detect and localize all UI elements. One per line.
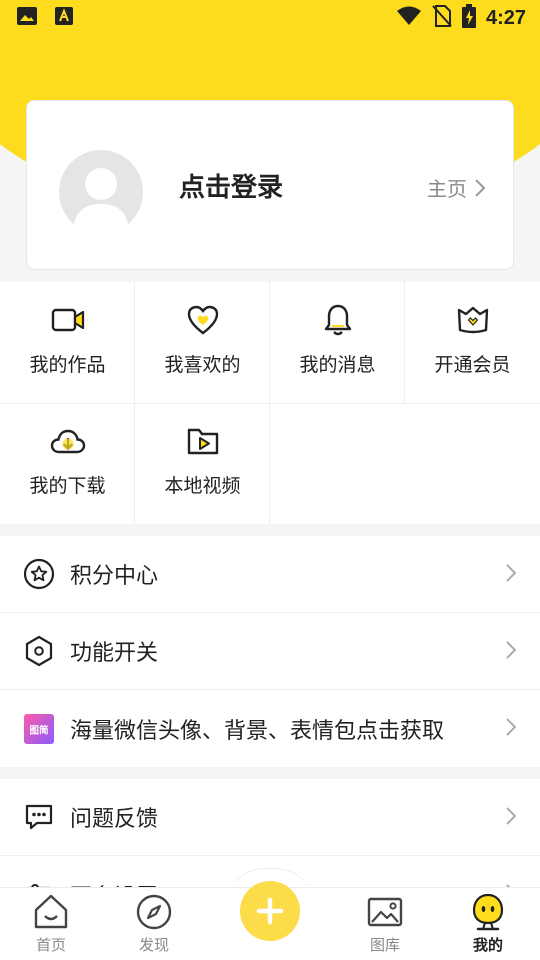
- chevron-right-icon: [506, 641, 516, 659]
- nav-item-discover[interactable]: 发现: [109, 892, 199, 955]
- menu-item-feedback[interactable]: 问题反馈: [0, 779, 540, 856]
- status-time: 4:27: [485, 6, 526, 29]
- mine-face-icon: [472, 893, 504, 931]
- grid-item-label: 我的作品: [29, 354, 106, 376]
- login-prompt[interactable]: 点击登录: [179, 167, 283, 204]
- wifi-icon: [396, 6, 422, 30]
- grid-item-my-works[interactable]: 我的作品: [0, 282, 135, 403]
- hexagon-settings-icon: [22, 634, 56, 668]
- gallery-icon: [367, 897, 403, 927]
- nav-label: 发现: [138, 936, 169, 954]
- video-camera-icon: [50, 302, 86, 338]
- nav-item-mine[interactable]: 我的: [443, 892, 533, 955]
- points-star-icon: [22, 557, 56, 591]
- feature-grid: 我的作品 我喜欢的 我的消息 开通会员 我的下载 本地视频: [0, 282, 540, 524]
- battery-charging-icon: [461, 4, 476, 32]
- nav-label: 图库: [369, 936, 400, 954]
- menu-item-label: 功能开关: [70, 641, 159, 666]
- grid-item-label: 我的消息: [299, 354, 376, 376]
- status-bar: 4:27: [0, 0, 540, 36]
- heart-icon: [185, 302, 221, 338]
- image-notification-icon: [16, 6, 38, 30]
- nav-label: 首页: [35, 936, 66, 954]
- menu-item-feature-switch[interactable]: 功能开关: [0, 613, 540, 690]
- grid-item-label: 本地视频: [164, 475, 241, 497]
- nav-label: 我的: [472, 936, 503, 954]
- grid-item-open-vip[interactable]: 开通会员: [405, 282, 540, 403]
- grid-item-my-messages[interactable]: 我的消息: [270, 282, 405, 403]
- avatar-placeholder[interactable]: [59, 150, 143, 234]
- create-button[interactable]: [240, 881, 300, 941]
- compass-icon: [136, 894, 172, 930]
- chevron-right-icon: [506, 718, 516, 736]
- chevron-right-icon: [475, 178, 485, 197]
- plus-icon: [256, 897, 284, 925]
- no-sim-icon: [432, 5, 452, 31]
- bell-icon: [320, 302, 356, 338]
- menu-item-wechat-resources[interactable]: 图简 海量微信头像、背景、表情包点击获取: [0, 690, 540, 767]
- vip-crown-icon: [455, 302, 491, 338]
- chevron-right-icon: [506, 807, 516, 825]
- grid-item-my-likes[interactable]: 我喜欢的: [135, 282, 270, 403]
- grid-item-label: 我的下载: [29, 475, 106, 497]
- nav-item-gallery[interactable]: 图库: [340, 892, 430, 955]
- menu-group-primary: 积分中心 功能开关 图简 海量微信头像、背景、表情包点击获取: [0, 536, 540, 767]
- app-logo-icon: 图简: [22, 712, 56, 746]
- more-settings-icon: [22, 878, 56, 887]
- nav-item-home[interactable]: 首页: [6, 892, 96, 955]
- home-page-link[interactable]: 主页: [427, 173, 485, 202]
- menu-item-label: 问题反馈: [70, 807, 159, 832]
- text-notification-icon: [54, 6, 74, 30]
- app-logo-text: 图简: [29, 724, 49, 736]
- folder-video-icon: [185, 423, 221, 459]
- grid-item-my-downloads[interactable]: 我的下载: [0, 403, 135, 524]
- cloud-download-icon: [50, 423, 86, 459]
- feedback-chat-icon: [22, 800, 56, 834]
- home-page-label: 主页: [427, 177, 467, 201]
- chevron-right-icon: [506, 564, 516, 582]
- grid-item-label: 开通会员: [434, 354, 511, 376]
- grid-item-local-videos[interactable]: 本地视频: [135, 403, 270, 524]
- menu-item-label: 海量微信头像、背景、表情包点击获取: [70, 718, 445, 744]
- menu-item-points-center[interactable]: 积分中心: [0, 536, 540, 613]
- home-icon: [34, 894, 68, 929]
- menu-item-label: 更多设置: [70, 879, 158, 888]
- grid-item-label: 我喜欢的: [164, 354, 241, 376]
- menu-item-label: 积分中心: [70, 564, 159, 589]
- login-card[interactable]: 点击登录 主页: [26, 100, 514, 270]
